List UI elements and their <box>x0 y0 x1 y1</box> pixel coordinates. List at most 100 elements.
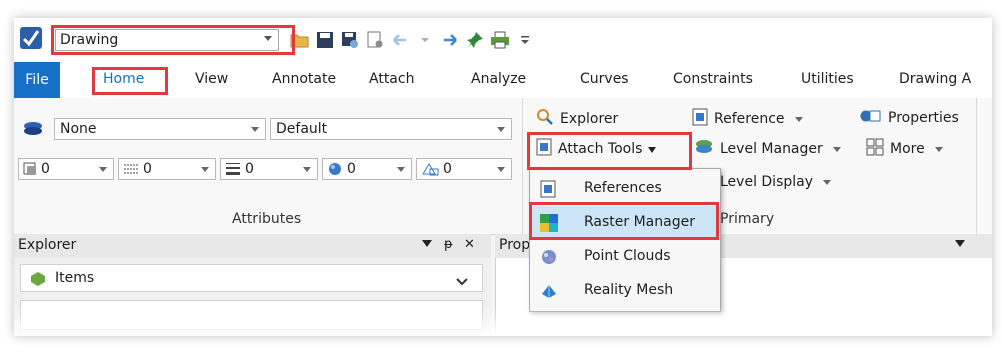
chevron-down-icon <box>823 179 832 185</box>
chevron-down-icon <box>99 167 107 172</box>
close-icon[interactable]: ✕ <box>464 237 475 252</box>
primary-group-label: Primary <box>720 211 775 227</box>
chevron-down-icon <box>497 167 505 172</box>
triangle-down-icon <box>648 141 657 157</box>
save-settings-icon[interactable] <box>340 30 360 50</box>
explorer-label: Explorer <box>560 111 619 127</box>
tab-drawing-a[interactable]: Drawing A <box>899 71 971 87</box>
color-select[interactable]: 0 <box>18 158 114 180</box>
menu-item-raster-manager[interactable]: Raster Manager <box>530 206 720 240</box>
tab-curves[interactable]: Curves <box>580 71 629 87</box>
properties-label: Properties <box>888 110 959 126</box>
save-icon[interactable] <box>315 30 335 50</box>
tab-home[interactable]: Home <box>103 71 144 87</box>
menu-item-label: Raster Manager <box>584 214 695 230</box>
level-icon <box>22 120 44 140</box>
line-style-select[interactable]: 0 <box>118 158 216 180</box>
chevron-down-icon <box>934 146 943 152</box>
ribbon-tabs: File Home View Annotate Attach Analyze C… <box>14 62 992 99</box>
menu-item-references[interactable]: References <box>530 172 720 206</box>
transparency-select-value: 0 <box>347 161 356 177</box>
menu-item-label: References <box>584 180 662 196</box>
explorer-item-items[interactable]: Items <box>20 264 483 292</box>
app-window: Drawing File Home View Annotate Attach A… <box>14 18 992 336</box>
line-weight-select[interactable]: 0 <box>220 158 318 180</box>
undo-icon[interactable] <box>390 30 410 50</box>
color-icon <box>23 162 37 180</box>
properties-button[interactable]: Properties <box>860 108 959 128</box>
menu-item-reality-mesh[interactable]: Reality Mesh <box>530 274 720 308</box>
priority-select-value: 0 <box>443 161 452 177</box>
app-logo-icon[interactable] <box>20 27 42 49</box>
references-icon <box>540 180 556 202</box>
chevron-down-icon <box>497 127 505 132</box>
workflow-select-value: Drawing <box>60 32 119 48</box>
explorer-icon <box>536 108 554 130</box>
customize-icon[interactable] <box>515 30 535 50</box>
reference-button[interactable]: Reference <box>692 108 803 130</box>
level-manager-icon <box>694 138 714 160</box>
panel-menu-triangle-icon[interactable] <box>422 237 432 252</box>
tab-attach[interactable]: Attach <box>369 71 414 87</box>
line-style-select-value: 0 <box>143 161 152 177</box>
print-icon[interactable] <box>490 30 510 50</box>
redo-icon[interactable] <box>440 30 460 50</box>
point-clouds-icon <box>540 248 558 270</box>
pin-icon[interactable]: ᵽ <box>444 237 453 252</box>
text-style-select-value: Default <box>276 121 328 137</box>
chevron-down-icon <box>303 167 311 172</box>
level-select[interactable]: None <box>54 118 266 140</box>
workflow-select[interactable]: Drawing <box>55 29 279 51</box>
properties-icon <box>860 108 882 128</box>
items-icon <box>31 272 45 290</box>
attributes-group-label: Attributes <box>232 211 302 227</box>
line-weight-icon <box>225 162 241 180</box>
open-icon[interactable] <box>290 30 310 50</box>
undo-dropdown-icon[interactable] <box>415 30 435 50</box>
attach-tools-icon <box>536 138 552 160</box>
transparency-select[interactable]: 0 <box>322 158 412 180</box>
tab-utilities[interactable]: Utilities <box>801 71 854 87</box>
properties-panel-title: Prop <box>499 237 531 253</box>
tab-analyze[interactable]: Analyze <box>471 71 526 87</box>
quick-access-icons <box>290 28 535 52</box>
tab-constraints[interactable]: Constraints <box>673 71 753 87</box>
panel-menu-triangle-icon[interactable] <box>955 237 965 252</box>
chevron-down-icon <box>251 127 259 132</box>
chevron-down-icon <box>397 167 405 172</box>
raster-manager-icon <box>540 214 558 236</box>
explorer-panel-title: Explorer <box>18 237 77 253</box>
attach-tools-menu: References Raster Manager Point Clouds R… <box>529 168 721 312</box>
chevron-down-icon <box>201 167 209 172</box>
level-display-button[interactable]: Level Display <box>720 174 832 190</box>
chevron-down-icon <box>794 116 803 122</box>
tab-file[interactable]: File <box>14 62 60 98</box>
ribbon-home: None Default 0 0 0 0 0 Attributes Explor… <box>14 98 992 235</box>
reality-mesh-icon <box>540 282 558 304</box>
level-manager-label: Level Manager <box>720 141 823 157</box>
explorer-item-next[interactable] <box>20 300 483 330</box>
tab-annotate[interactable]: Annotate <box>272 71 336 87</box>
chevron-down-icon <box>832 146 841 152</box>
reference-label: Reference <box>714 111 785 127</box>
attach-tools-button[interactable]: Attach Tools <box>536 138 657 160</box>
menu-item-label: Reality Mesh <box>584 282 674 298</box>
explorer-panel-header: Explorer ᵽ ✕ <box>14 234 491 259</box>
line-style-icon <box>123 162 139 180</box>
priority-select[interactable]: 0 <box>416 158 512 180</box>
attach-tools-label: Attach Tools <box>558 141 643 157</box>
transparency-icon <box>327 162 343 180</box>
explorer-item-label: Items <box>55 270 95 286</box>
tab-view[interactable]: View <box>195 71 228 87</box>
properties-icon[interactable] <box>365 30 385 50</box>
chevron-down-icon <box>264 36 272 41</box>
reference-icon <box>692 108 708 130</box>
more-button[interactable]: More <box>866 138 943 160</box>
explorer-button[interactable]: Explorer <box>536 108 618 130</box>
grid-icon <box>866 138 884 160</box>
text-style-select[interactable]: Default <box>270 118 512 140</box>
pin-icon[interactable] <box>465 30 485 50</box>
menu-item-point-clouds[interactable]: Point Clouds <box>530 240 720 274</box>
level-manager-button[interactable]: Level Manager <box>694 138 841 160</box>
ribbon-separator <box>976 98 977 234</box>
